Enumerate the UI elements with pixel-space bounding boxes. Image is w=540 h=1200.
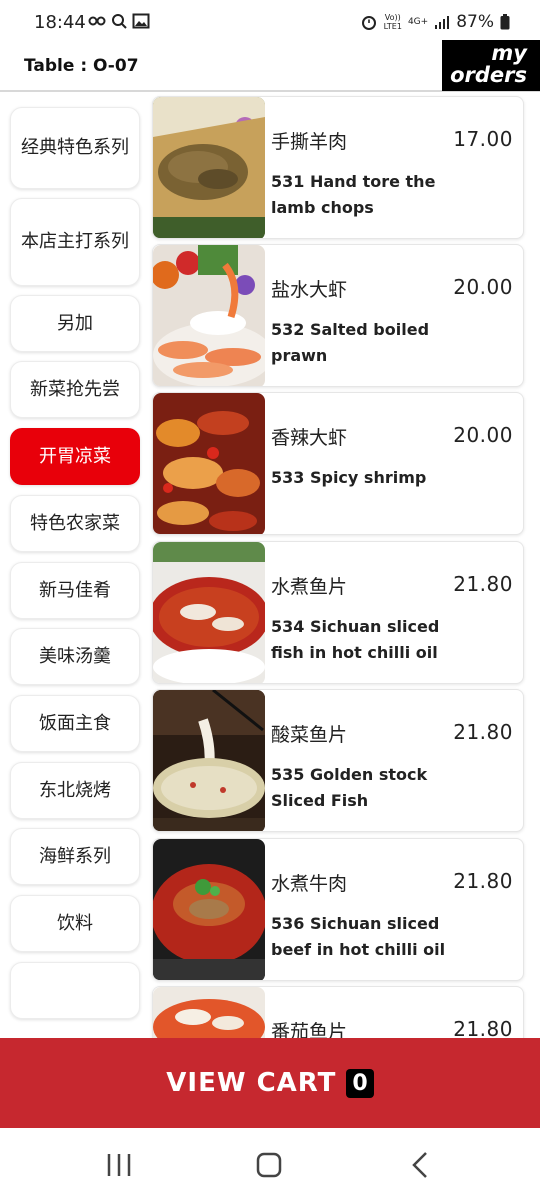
system-nav-bar	[0, 1128, 540, 1200]
menu-item[interactable]: 香辣大虾 20.00 533 Spicy shrimp	[152, 392, 524, 535]
dish-photo	[153, 987, 265, 1038]
dish-photo	[153, 690, 265, 831]
dish-price: 20.00	[453, 423, 513, 447]
category-label: 海鲜系列	[39, 845, 111, 867]
category-item[interactable]: 饮料	[10, 895, 140, 952]
network-type: 4G+	[407, 17, 429, 27]
chilli-fish-image	[153, 542, 265, 683]
dish-name-en: 536 Sichuan sliced beef in hot chilli oi…	[271, 914, 446, 959]
dish-name-cn: 香辣大虾	[271, 427, 348, 449]
category-sidebar[interactable]: 经典特色系列 本店主打系列 另加 新菜抢先尝 开胃凉菜 特色农家菜 新马佳肴 美…	[0, 92, 148, 1038]
category-label: 另加	[57, 312, 93, 334]
category-label: 本店主打系列	[21, 231, 129, 252]
chilli-beef-image	[153, 839, 265, 980]
dish-price: 21.80	[453, 1017, 513, 1038]
category-label: 开胃凉菜	[39, 445, 111, 467]
spicy-shrimp-image	[153, 393, 265, 534]
my-orders-line1: my	[491, 41, 527, 65]
volte-top: Vo))	[384, 13, 401, 22]
battery-percent: 87%	[456, 12, 494, 32]
volte-bottom: LTE1	[383, 22, 402, 31]
dish-name-cn: 水煮牛肉	[271, 873, 348, 895]
golden-fish-image	[153, 690, 265, 831]
category-item[interactable]: 新菜抢先尝	[10, 361, 140, 418]
menu-item[interactable]: 水煮牛肉 21.80 536 Sichuan sliced beef in ho…	[152, 838, 524, 981]
menu-item[interactable]: 番茄鱼片 21.80	[152, 986, 524, 1038]
app-header: Table : O-07 my orders	[0, 40, 540, 92]
status-time: 18:44	[34, 12, 86, 33]
dish-photo	[153, 839, 265, 980]
category-item-partial[interactable]	[10, 962, 140, 1019]
link-icon	[88, 16, 106, 26]
back-icon[interactable]	[406, 1150, 436, 1180]
category-item[interactable]: 饭面主食	[10, 695, 140, 752]
category-item[interactable]: 海鲜系列	[10, 828, 140, 885]
dish-name-cn: 盐水大虾	[271, 279, 348, 301]
menu-list[interactable]: 手撕羊肉 17.00 531 Hand tore the lamb chops …	[148, 92, 540, 1038]
home-icon[interactable]	[254, 1150, 284, 1180]
category-item[interactable]: 另加	[10, 295, 140, 352]
battery-icon	[500, 14, 510, 30]
category-label: 新马佳肴	[39, 579, 111, 601]
dish-photo	[153, 542, 265, 683]
dish-price: 21.80	[453, 720, 513, 744]
view-cart-label: VIEW CART	[166, 1068, 337, 1098]
signal-icon	[435, 16, 450, 29]
dish-name-cn: 番茄鱼片	[271, 1021, 348, 1038]
category-item[interactable]: 美味汤羹	[10, 628, 140, 685]
dish-name-en: 533 Spicy shrimp	[271, 468, 427, 487]
volte-label: Vo)) LTE1	[384, 13, 402, 31]
my-orders-button[interactable]: my orders	[442, 40, 540, 91]
lamb-dish-image	[153, 97, 265, 238]
dish-name-en: 534 Sichuan sliced fish in hot chilli oi…	[271, 617, 440, 662]
menu-item[interactable]: 盐水大虾 20.00 532 Salted boiled prawn	[152, 244, 524, 387]
dish-name-en: 531 Hand tore the lamb chops	[271, 172, 436, 217]
dish-photo	[153, 245, 265, 386]
category-item[interactable]: 新马佳肴	[10, 562, 140, 619]
my-orders-line2: orders	[450, 63, 527, 87]
category-label: 美味汤羹	[39, 645, 111, 667]
category-label: 东北烧烤	[39, 779, 111, 801]
menu-item[interactable]: 手撕羊肉 17.00 531 Hand tore the lamb chops	[152, 96, 524, 239]
dish-photo	[153, 97, 265, 238]
category-label: 饮料	[57, 912, 93, 934]
dish-price: 17.00	[453, 127, 513, 151]
alarm-icon	[361, 16, 376, 30]
prawn-dish-image	[153, 245, 265, 386]
category-item[interactable]: 本店主打系列	[10, 198, 140, 286]
status-bar: 18:44 Vo)) LTE1 4G+ 87%	[0, 0, 540, 40]
status-left-icons	[88, 13, 150, 29]
category-item-active[interactable]: 开胃凉菜	[10, 428, 140, 485]
view-cart-button[interactable]: VIEW CART 0	[0, 1038, 540, 1128]
category-label: 饭面主食	[39, 712, 111, 734]
dish-price: 20.00	[453, 275, 513, 299]
status-right: Vo)) LTE1 4G+ 87%	[360, 12, 510, 32]
dish-photo	[153, 393, 265, 534]
dish-name-cn: 酸菜鱼片	[271, 724, 348, 746]
category-item[interactable]: 东北烧烤	[10, 762, 140, 819]
category-label: 特色农家菜	[30, 512, 120, 534]
menu-item[interactable]: 酸菜鱼片 21.80 535 Golden stock Sliced Fish	[152, 689, 524, 832]
category-item[interactable]: 特色农家菜	[10, 495, 140, 552]
category-label: 新菜抢先尝	[30, 378, 120, 400]
recents-icon[interactable]	[104, 1150, 134, 1180]
image-icon	[132, 13, 150, 29]
dish-name-en: 535 Golden stock Sliced Fish	[271, 765, 428, 810]
category-item[interactable]: 经典特色系列	[10, 107, 140, 189]
menu-item[interactable]: 水煮鱼片 21.80 534 Sichuan sliced fish in ho…	[152, 541, 524, 684]
table-label: Table : O-07	[24, 56, 139, 76]
dish-price: 21.80	[453, 572, 513, 596]
dish-name-cn: 水煮鱼片	[271, 576, 348, 598]
dish-name-en: 532 Salted boiled prawn	[271, 320, 430, 365]
tomato-fish-image	[153, 987, 265, 1038]
dish-name-cn: 手撕羊肉	[271, 131, 348, 153]
cart-count-badge: 0	[346, 1068, 374, 1098]
search-lens-icon	[112, 14, 127, 29]
dish-price: 21.80	[453, 869, 513, 893]
category-label: 经典特色系列	[21, 137, 129, 158]
